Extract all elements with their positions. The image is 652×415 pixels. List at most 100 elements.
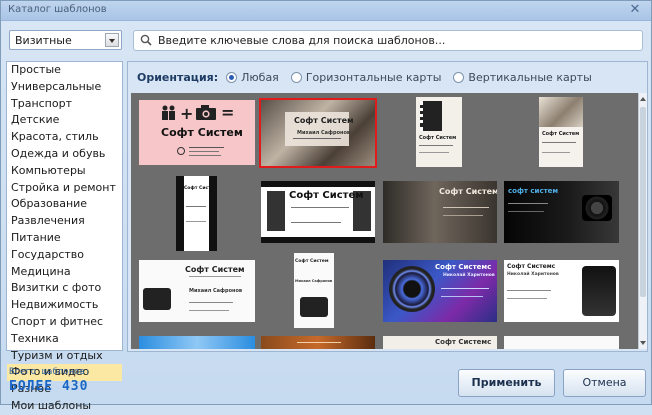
radio-button-icon[interactable] bbox=[453, 71, 465, 83]
close-icon[interactable]: ✕ bbox=[627, 2, 643, 18]
template-card[interactable]: Софт Систем Михаил Сафронов bbox=[139, 260, 255, 322]
plus-sign: + bbox=[180, 104, 194, 123]
card-line bbox=[189, 310, 229, 311]
card-brand: Софт Системс bbox=[435, 338, 492, 346]
category-list[interactable]: Простые Универсальные Транспорт Детские Крас… bbox=[6, 61, 123, 412]
category-item[interactable]: Образование bbox=[7, 196, 122, 213]
category-item[interactable]: Стройка и ремонт bbox=[7, 180, 122, 197]
orientation-option-label: Горизонтальные карты bbox=[305, 70, 442, 84]
camera-icon bbox=[195, 105, 217, 121]
card-line bbox=[419, 152, 449, 153]
card-brand: Софт Систем bbox=[295, 259, 329, 264]
card-photo bbox=[539, 97, 583, 127]
category-item[interactable]: Красота, стиль bbox=[7, 129, 122, 146]
category-item[interactable]: Визитки с фото bbox=[7, 280, 122, 297]
card-brand: Софт Систем bbox=[439, 187, 497, 196]
radio-button-icon[interactable] bbox=[226, 71, 238, 83]
category-item[interactable]: Медицина bbox=[7, 264, 122, 281]
template-grid[interactable]: + = Софт Систем Софт Систем Михаил Сафро… bbox=[131, 93, 638, 349]
category-item[interactable]: Одежда и обувь bbox=[7, 146, 122, 163]
category-item[interactable]: Техника bbox=[7, 331, 122, 348]
equals-sign: = bbox=[221, 103, 235, 122]
category-item[interactable]: Спорт и фитнес bbox=[7, 314, 122, 331]
phone-icon bbox=[177, 147, 185, 155]
card-line bbox=[542, 142, 576, 143]
category-item[interactable]: Детские bbox=[7, 112, 122, 129]
camera-icon bbox=[582, 266, 616, 316]
film-frame bbox=[267, 191, 285, 231]
card-line bbox=[297, 342, 341, 343]
card-brand: Софт Системс bbox=[435, 263, 492, 271]
scroll-thumb[interactable] bbox=[640, 107, 646, 297]
template-card[interactable]: софт систем bbox=[504, 181, 619, 243]
orientation-radio[interactable]: Вертикальные карты bbox=[453, 71, 592, 84]
card-brand: Софт Систем bbox=[184, 186, 217, 191]
title-bar: Каталог шаблонов ✕ bbox=[1, 1, 651, 21]
template-card[interactable]: Софт Систем bbox=[383, 181, 497, 243]
card-person-name: Михаил Сафронов bbox=[295, 279, 333, 283]
category-item[interactable]: Развлечения bbox=[7, 213, 122, 230]
category-item[interactable]: Простые bbox=[7, 62, 122, 79]
card-line bbox=[443, 207, 489, 208]
camera-icon bbox=[300, 297, 328, 317]
template-card[interactable] bbox=[139, 336, 255, 349]
window-title: Каталог шаблонов bbox=[8, 4, 107, 15]
search-box[interactable] bbox=[133, 30, 643, 51]
card-brand: Софт Систем bbox=[294, 116, 354, 125]
orientation-radio[interactable]: Горизонтальные карты bbox=[290, 70, 442, 84]
template-card[interactable]: Софт Систем bbox=[176, 176, 217, 251]
orientation-option-label: Любая bbox=[241, 70, 279, 84]
card-brand: Софт Систем bbox=[289, 190, 364, 201]
card-line bbox=[186, 221, 206, 222]
card-line bbox=[189, 302, 233, 303]
category-item[interactable]: Компьютеры bbox=[7, 163, 122, 180]
card-line bbox=[293, 138, 341, 139]
category-item[interactable]: Транспорт bbox=[7, 96, 122, 113]
templates-total-value: БОЛЕЕ 430 bbox=[9, 379, 89, 394]
card-brand: Софт Системс bbox=[507, 263, 556, 270]
template-card[interactable]: Софт Системс Николай Харитонов bbox=[504, 260, 619, 322]
card-line bbox=[189, 276, 241, 277]
radio-button-icon[interactable] bbox=[290, 71, 302, 83]
template-card[interactable]: Софт Систем bbox=[416, 97, 462, 167]
camera-icon bbox=[582, 195, 612, 221]
category-item[interactable]: Универсальные bbox=[7, 79, 122, 96]
card-line bbox=[508, 203, 548, 204]
orientation-radio[interactable]: Любая bbox=[226, 71, 279, 84]
category-item[interactable]: Недвижимость bbox=[7, 297, 122, 314]
category-group-select[interactable]: Визитные bbox=[9, 30, 122, 50]
template-grid-scrollbar[interactable] bbox=[638, 93, 647, 349]
scroll-up-arrow[interactable] bbox=[640, 97, 646, 101]
template-card[interactable]: + = Софт Систем bbox=[139, 100, 255, 165]
category-item[interactable]: Государство bbox=[7, 247, 122, 264]
scroll-down-arrow[interactable] bbox=[640, 341, 646, 345]
card-brand: Софт Систем bbox=[542, 131, 580, 137]
template-card[interactable]: Софт Систем bbox=[539, 97, 583, 167]
template-card-selected[interactable]: Софт Систем Михаил Сафронов bbox=[259, 98, 377, 168]
category-item[interactable]: Туризм и отдых bbox=[7, 348, 122, 365]
template-card[interactable]: Софт Систем bbox=[261, 181, 375, 243]
card-line bbox=[186, 206, 206, 207]
template-card[interactable] bbox=[261, 336, 375, 349]
card-line bbox=[507, 290, 551, 291]
search-input[interactable] bbox=[156, 32, 636, 49]
template-catalog-window: Каталог шаблонов ✕ Визитные ПростыеУниве… bbox=[0, 0, 652, 412]
orientation-label: Ориентация: bbox=[137, 70, 219, 84]
template-card[interactable]: Софт Системс bbox=[383, 336, 497, 349]
camera-icon bbox=[143, 288, 171, 310]
lens-graphic bbox=[389, 266, 435, 312]
card-person-name: Николай Харитонов bbox=[507, 272, 559, 277]
template-card[interactable] bbox=[504, 336, 619, 349]
category-item[interactable]: Мои шаблоны bbox=[7, 398, 122, 415]
template-card[interactable]: Софт Систем Михаил Сафронов bbox=[294, 253, 334, 328]
category-item[interactable]: Питание bbox=[7, 230, 122, 247]
card-person-name: Михаил Сафронов bbox=[189, 288, 243, 294]
orientation-filter: Ориентация: Любая Горизонтальные карты Вер… bbox=[137, 69, 604, 85]
card-line bbox=[419, 145, 453, 146]
template-card[interactable]: Софт Системс Николай Харитонов bbox=[383, 260, 497, 322]
apply-button[interactable]: Применить bbox=[458, 369, 555, 397]
cancel-button[interactable]: Отмена bbox=[563, 369, 646, 397]
chevron-down-icon[interactable] bbox=[105, 33, 119, 47]
card-line bbox=[189, 155, 221, 156]
card-line bbox=[507, 298, 547, 299]
